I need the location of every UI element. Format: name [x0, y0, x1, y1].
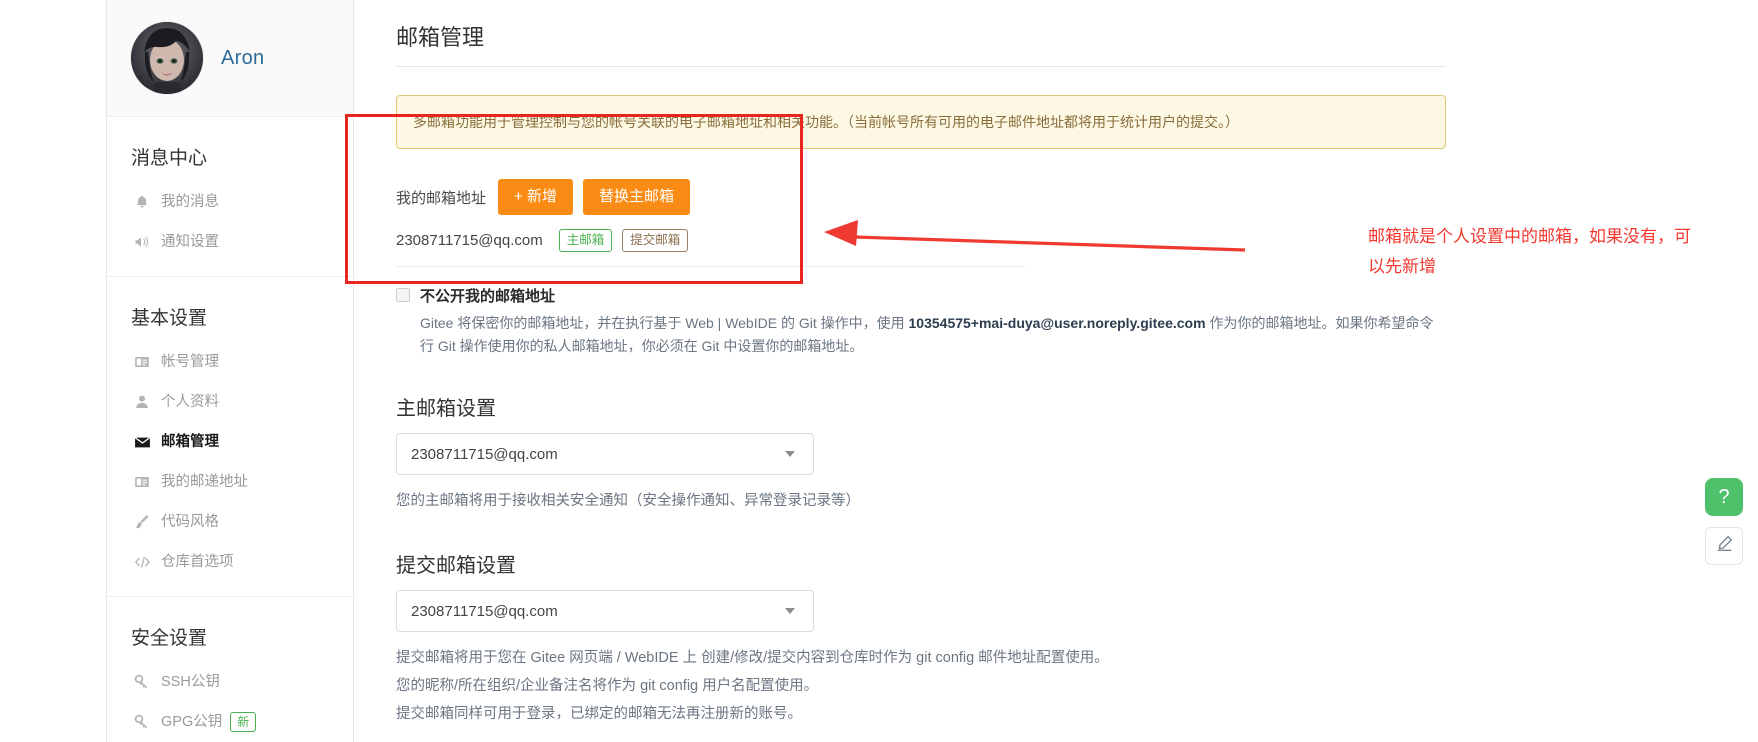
annotation-note: 邮箱就是个人设置中的邮箱，如果没有，可以先新增	[1368, 227, 1691, 276]
primary-email-selected-value: 2308711715@qq.com	[411, 445, 558, 463]
key-icon	[133, 673, 151, 691]
commit-email-hints: 提交邮箱将用于您在 Gitee 网页端 / WebIDE 上 创建/修改/提交内…	[396, 644, 1446, 728]
avatar[interactable]	[131, 22, 203, 94]
sidebar-item-label: 通知设置	[161, 234, 219, 250]
sidebar: Aron 消息中心 我的消息 通知设置 基本设置 帐号管理 个人资料 邮箱管理 …	[106, 0, 354, 742]
profile-name: Aron	[221, 46, 265, 69]
sidebar-group-title: 消息中心	[131, 148, 208, 169]
user-avatar-image	[131, 22, 203, 94]
primary-email-hint: 您的主邮箱将用于接收相关安全通知（安全操作通知、异常登录记录等）	[396, 493, 860, 509]
sidebar-item-mailing-address[interactable]: 我的邮递地址	[107, 462, 353, 502]
commit-email-section-title: 提交邮箱设置	[396, 555, 516, 577]
pencil-edit-icon	[1716, 535, 1733, 557]
email-list-row: 2308711715@qq.com 主邮箱 提交邮箱	[396, 229, 1026, 267]
id-card-icon	[133, 353, 151, 371]
brush-icon	[133, 513, 151, 531]
hide-email-checkbox-row[interactable]: 不公开我的邮箱地址	[396, 285, 1446, 306]
sidebar-group-security-settings: 安全设置 SSH公钥 GPG公钥 新	[107, 597, 353, 742]
replace-primary-email-button[interactable]: 替换主邮箱	[582, 179, 690, 215]
primary-email-section-title: 主邮箱设置	[396, 398, 496, 420]
add-email-button[interactable]: + 新增	[498, 179, 573, 215]
commit-email-hint-line: 您的昵称/所在组织/企业备注名将作为 git config 用户名配置使用。	[396, 678, 819, 694]
sidebar-item-email-management[interactable]: 邮箱管理	[107, 422, 353, 462]
info-alert: 多邮箱功能用于管理控制与您的帐号关联的电子邮箱地址和相关功能。（当前帐号所有可用…	[396, 95, 1446, 149]
my-email-header: 我的邮箱地址 + 新增 替换主邮箱	[396, 179, 1446, 215]
sidebar-item-label: 邮箱管理	[161, 434, 219, 450]
commit-email-hint-line: 提交邮箱同样可用于登录，已绑定的邮箱无法再注册新的账号。	[396, 706, 802, 722]
page-title: 邮箱管理	[396, 0, 1446, 67]
hide-email-label: 不公开我的邮箱地址	[420, 288, 556, 305]
app-root: Aron 消息中心 我的消息 通知设置 基本设置 帐号管理 个人资料 邮箱管理 …	[0, 0, 1758, 742]
sidebar-item-account-management[interactable]: 帐号管理	[107, 342, 353, 382]
sidebar-item-gpg-key[interactable]: GPG公钥 新	[107, 702, 353, 742]
status-badge-commit-email: 提交邮箱	[622, 229, 689, 252]
sidebar-item-ssh-key[interactable]: SSH公钥	[107, 662, 353, 702]
person-icon	[133, 393, 151, 411]
main-content: 邮箱管理 多邮箱功能用于管理控制与您的帐号关联的电子邮箱地址和相关功能。（当前帐…	[396, 0, 1446, 728]
my-email-label: 我的邮箱地址	[396, 189, 487, 207]
sidebar-item-label: 仓库首选项	[161, 554, 234, 570]
speaker-icon	[133, 233, 151, 251]
privacy-desc-part1: Gitee 将保密你的邮箱地址，并在执行基于 Web | WebIDE 的 Gi…	[420, 315, 909, 331]
id-card-icon	[133, 473, 151, 491]
envelope-icon	[133, 433, 151, 451]
code-brackets-icon	[133, 553, 151, 571]
help-button[interactable]: ?	[1705, 478, 1743, 516]
sidebar-item-label: 我的消息	[161, 194, 219, 210]
sidebar-item-notification-settings[interactable]: 通知设置	[107, 222, 353, 262]
sidebar-item-label: GPG公钥	[161, 714, 223, 730]
sidebar-profile[interactable]: Aron	[107, 0, 353, 117]
hide-email-checkbox[interactable]	[396, 288, 410, 302]
email-address: 2308711715@qq.com	[396, 232, 543, 249]
sidebar-item-label: 代码风格	[161, 514, 219, 530]
sidebar-item-repo-preferences[interactable]: 仓库首选项	[107, 542, 353, 582]
commit-email-select[interactable]: 2308711715@qq.com	[396, 590, 814, 632]
sidebar-item-profile[interactable]: 个人资料	[107, 382, 353, 422]
chevron-down-icon	[785, 608, 795, 614]
sidebar-group-messages: 消息中心 我的消息 通知设置	[107, 117, 353, 277]
sidebar-item-code-style[interactable]: 代码风格	[107, 502, 353, 542]
feedback-button[interactable]	[1705, 527, 1743, 565]
primary-email-select[interactable]: 2308711715@qq.com	[396, 433, 814, 475]
sidebar-group-title: 安全设置	[131, 628, 208, 649]
sidebar-item-label: 我的邮递地址	[161, 474, 248, 490]
noreply-email: 10354575+mai-duya@user.noreply.gitee.com	[908, 315, 1206, 331]
sidebar-item-label: SSH公钥	[161, 674, 220, 690]
sidebar-group-basic-settings: 基本设置 帐号管理 个人资料 邮箱管理 我的邮递地址 代码风格 仓库首选项	[107, 277, 353, 597]
key-icon	[133, 713, 151, 731]
sidebar-item-label: 个人资料	[161, 394, 219, 410]
sidebar-item-my-messages[interactable]: 我的消息	[107, 182, 353, 222]
chevron-down-icon	[785, 451, 795, 457]
sidebar-group-title: 基本设置	[131, 308, 208, 329]
privacy-description: Gitee 将保密你的邮箱地址，并在执行基于 Web | WebIDE 的 Gi…	[420, 312, 1440, 358]
question-mark-icon: ?	[1718, 485, 1730, 508]
status-badge-primary-email: 主邮箱	[558, 229, 613, 252]
commit-email-selected-value: 2308711715@qq.com	[411, 602, 558, 620]
commit-email-hint-line: 提交邮箱将用于您在 Gitee 网页端 / WebIDE 上 创建/修改/提交内…	[396, 650, 1109, 666]
sidebar-item-badge: 新	[230, 712, 257, 732]
bell-icon	[133, 193, 151, 211]
sidebar-item-label: 帐号管理	[161, 354, 219, 370]
